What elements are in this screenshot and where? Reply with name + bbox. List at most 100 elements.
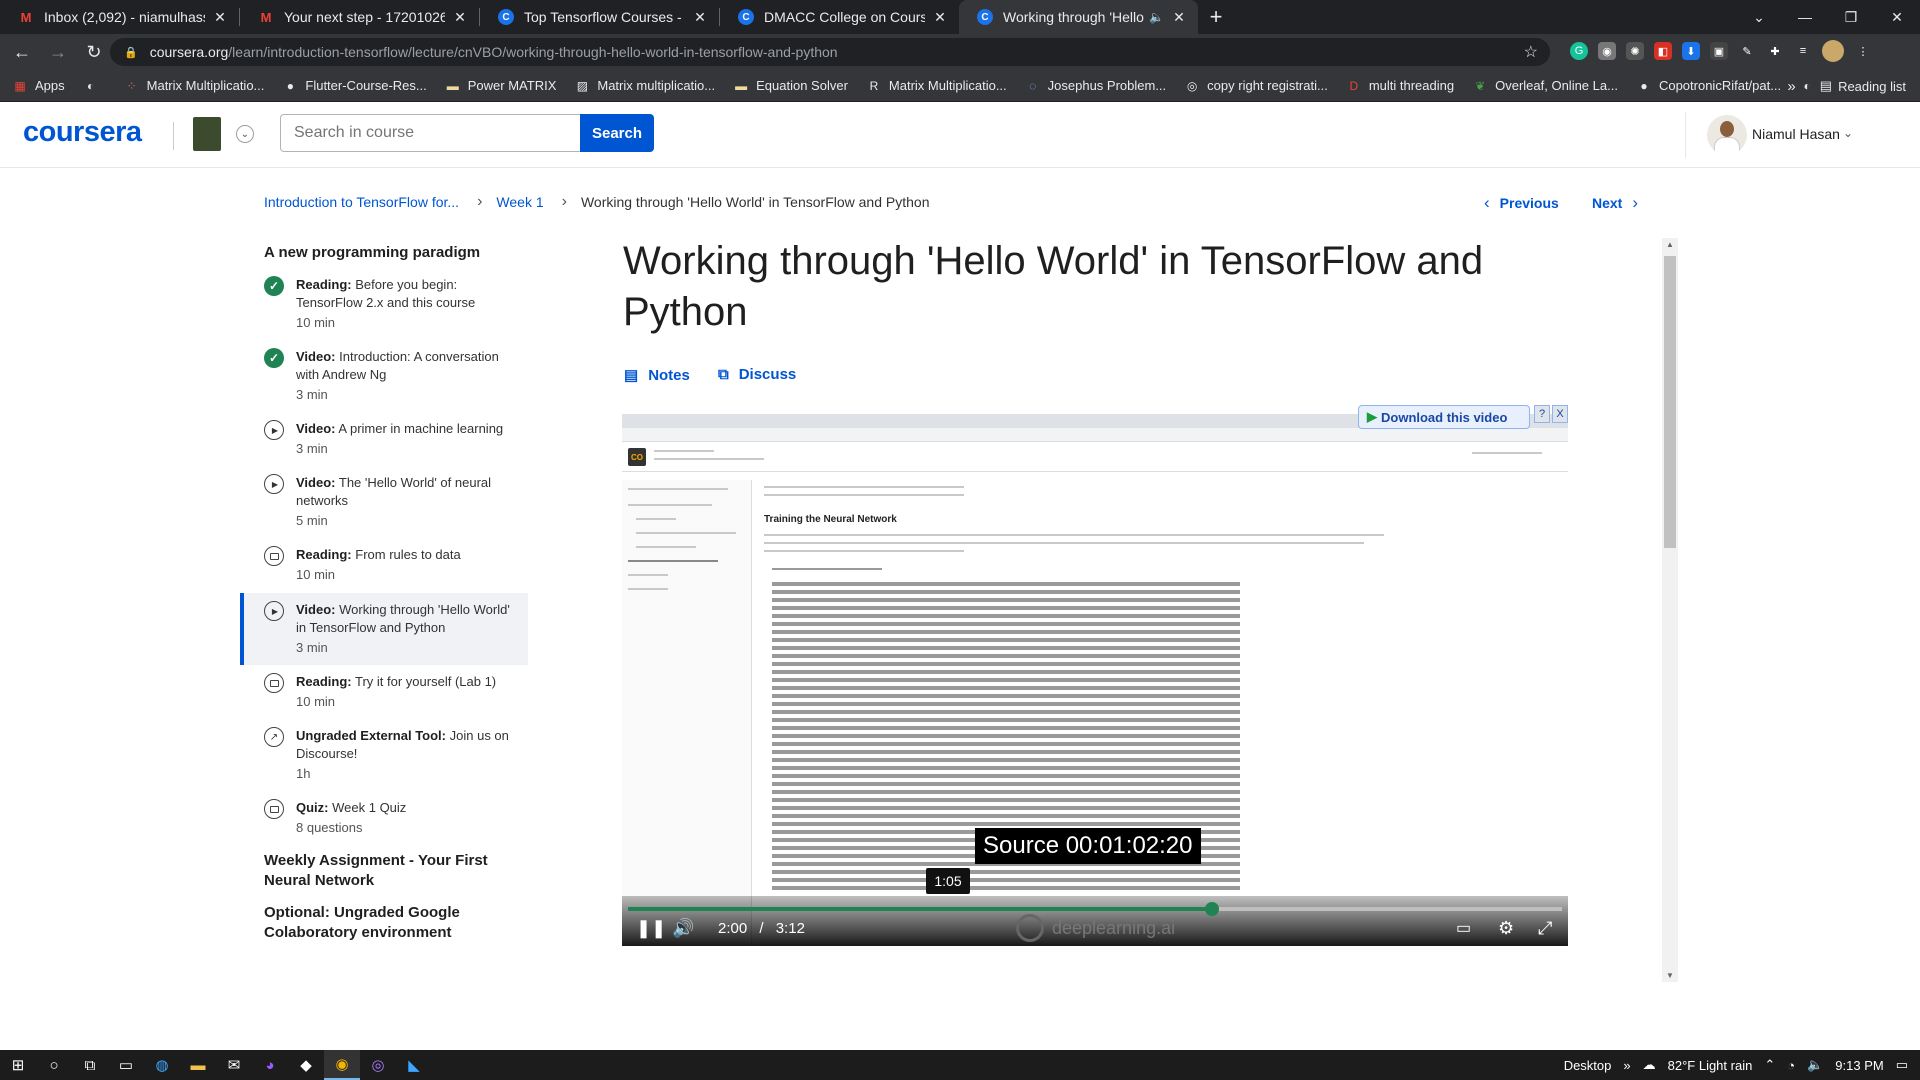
search-input[interactable]	[280, 114, 580, 152]
sidebar-item[interactable]: Reading: From rules to data 10 min	[264, 546, 524, 586]
previous-button[interactable]: ‹ Previous	[1484, 193, 1559, 213]
download-video-button[interactable]: ▶ Download this video	[1358, 405, 1530, 429]
task-view-icon[interactable]: ⧉	[72, 1050, 108, 1080]
captions-icon[interactable]: ▭	[1456, 918, 1471, 938]
vscode-icon[interactable]: ◣	[396, 1050, 432, 1080]
video-player[interactable]: CO Training the Neural Network	[622, 414, 1568, 946]
bookmark[interactable]: ◎ copy right registrati...	[1184, 78, 1328, 94]
edge-icon[interactable]: ◍	[144, 1050, 180, 1080]
network-icon[interactable]: ◔	[1787, 1058, 1795, 1073]
progress-bar[interactable]	[628, 902, 1562, 916]
windows-start-icon[interactable]: ⊞	[0, 1050, 36, 1080]
close-icon[interactable]: ✕	[931, 9, 949, 26]
forward-icon[interactable]: →	[44, 38, 72, 66]
notes-button[interactable]: ▤ Notes	[624, 366, 690, 385]
app-icon[interactable]: ◎	[360, 1050, 396, 1080]
maximize-icon[interactable]: ❐	[1828, 9, 1874, 26]
pen-icon[interactable]: ✎	[1738, 42, 1756, 60]
sidebar-item[interactable]: ✓ Reading: Before you begin: TensorFlow …	[264, 276, 524, 336]
extension-icon[interactable]: ▣	[1710, 42, 1728, 60]
tray-arrow-icon[interactable]: ⌃	[1764, 1057, 1775, 1073]
module-title[interactable]: Optional: Ungraded Google Colaboratory e…	[264, 903, 504, 943]
new-tab-button[interactable]: +	[1198, 0, 1234, 34]
extension-icon[interactable]: ◧	[1654, 42, 1672, 60]
back-icon[interactable]: ←	[8, 38, 36, 66]
sidebar-item[interactable]: Quiz: Week 1 Quiz 8 questions	[264, 799, 524, 839]
bookmark[interactable]: ▬ Power MATRIX	[445, 78, 557, 94]
user-name[interactable]: Niamul Hasan	[1752, 126, 1840, 142]
bookmark[interactable]: ● CopotronicRifat/pat...	[1636, 78, 1781, 94]
chevron-icon[interactable]: »	[1623, 1058, 1630, 1073]
browser-tab[interactable]: C DMACC College on Coursera | Co ✕	[720, 0, 959, 34]
progress-handle[interactable]	[1204, 902, 1219, 916]
search-icon[interactable]: ○	[36, 1050, 72, 1080]
volume-icon[interactable]: 🔊	[672, 918, 694, 939]
bookmark[interactable]: ▨ Matrix multiplicatio...	[574, 78, 715, 94]
chevron-down-icon[interactable]: ⌄	[236, 125, 254, 143]
chrome-icon[interactable]: ◉	[324, 1050, 360, 1080]
sidebar-item[interactable]: Reading: Try it for yourself (Lab 1) 10 m…	[264, 673, 524, 713]
close-icon[interactable]: X	[1552, 405, 1568, 423]
bookmark[interactable]: ◌ Josephus Problem...	[1025, 78, 1166, 94]
module-title[interactable]: Weekly Assignment - Your First Neural Ne…	[264, 851, 504, 891]
minimize-icon[interactable]: —	[1782, 9, 1828, 25]
settings-gear-icon[interactable]: ⚙	[1498, 918, 1514, 939]
scroll-up-icon[interactable]: ▲	[1666, 240, 1674, 249]
media-queue-icon[interactable]: ≡	[1794, 42, 1812, 60]
bookmark[interactable]: ▬ Equation Solver	[733, 78, 848, 94]
bookmark-star-icon[interactable]: ☆	[1524, 42, 1538, 62]
window-close-icon[interactable]: ✕	[1874, 9, 1920, 26]
app-icon[interactable]: ◆	[288, 1050, 324, 1080]
notifications-icon[interactable]: ▭	[1896, 1057, 1908, 1073]
extension-icon[interactable]: ✺	[1626, 42, 1644, 60]
sidebar-item[interactable]: ✓ Video: Introduction: A conversation wi…	[264, 348, 524, 404]
desktop-toolbar[interactable]: Desktop	[1564, 1058, 1612, 1073]
pause-icon[interactable]: ❚❚	[636, 918, 666, 939]
speaker-icon[interactable]: 🔈	[1149, 10, 1164, 24]
tab-search-icon[interactable]: ⌄	[1736, 9, 1782, 26]
profile-avatar[interactable]	[1822, 40, 1844, 62]
more-bookmarks-icon[interactable]: »	[1787, 78, 1795, 95]
breadcrumb-course[interactable]: Introduction to TensorFlow for...	[264, 194, 459, 210]
sidebar-item[interactable]: ↗ Ungraded External Tool: Join us on Dis…	[264, 727, 524, 783]
browser-tab[interactable]: M Inbox (2,092) - niamulhassan64@ ✕	[0, 0, 239, 34]
reload-icon[interactable]: ↻	[80, 38, 108, 66]
sidebar-item[interactable]: ▶ Video: A primer in machine learning 3 m…	[264, 420, 524, 460]
avatar[interactable]	[1707, 115, 1747, 155]
address-bar[interactable]: 🔒 coursera.org /learn/introduction-tenso…	[110, 38, 1550, 66]
close-icon[interactable]: ✕	[1170, 9, 1188, 26]
bookmark[interactable]: ● Flutter-Course-Res...	[282, 78, 427, 94]
close-icon[interactable]: ✕	[211, 9, 229, 26]
download-ext-icon[interactable]: ⬇	[1682, 42, 1700, 60]
sidebar-item[interactable]: ▶ Video: The 'Hello World' of neural net…	[264, 474, 524, 530]
module-title[interactable]: A new programming paradigm	[264, 243, 480, 263]
coursera-logo[interactable]: coursera	[23, 116, 142, 149]
camera-icon[interactable]: ◉	[1598, 42, 1616, 60]
fullscreen-icon[interactable]: ⤢	[1538, 918, 1552, 939]
browser-tab-active[interactable]: C Working through 'Hello Wor 🔈 ✕	[959, 0, 1198, 34]
scrollbar-thumb[interactable]	[1664, 256, 1676, 548]
weather-text[interactable]: 82°F Light rain	[1668, 1058, 1753, 1073]
terminal-icon[interactable]: ▭	[108, 1050, 144, 1080]
bookmark[interactable]: ◐	[83, 78, 106, 94]
messenger-icon[interactable]: ◕	[252, 1050, 288, 1080]
search-button[interactable]: Search	[580, 114, 654, 152]
puzzle-icon[interactable]: ✚	[1766, 42, 1784, 60]
sidebar-item-active[interactable]: ▶ Video: Working through 'Hello World' i…	[240, 593, 528, 665]
chevron-down-icon[interactable]: ⌄	[1843, 126, 1853, 140]
folder-icon[interactable]: ▬	[180, 1050, 216, 1080]
help-icon[interactable]: ?	[1534, 405, 1550, 423]
bookmark[interactable]: Dmulti threading	[1346, 78, 1454, 94]
scroll-down-icon[interactable]: ▼	[1666, 971, 1674, 980]
next-button[interactable]: Next ›	[1592, 193, 1638, 213]
clock[interactable]: 9:13 PM	[1835, 1058, 1883, 1073]
org-logo[interactable]	[193, 117, 221, 151]
bookmark[interactable]: ⁘ Matrix Multiplicatio...	[124, 78, 265, 94]
close-icon[interactable]: ✕	[451, 9, 469, 26]
reading-list[interactable]: Reading list	[1838, 79, 1906, 94]
page-scrollbar[interactable]: ▲ ▼	[1662, 238, 1678, 982]
volume-icon[interactable]: 🔈	[1807, 1057, 1823, 1073]
close-icon[interactable]: ✕	[691, 9, 709, 26]
breadcrumb-week[interactable]: Week 1	[496, 194, 543, 210]
browser-tab[interactable]: M Your next step - 17201026@uap- ✕	[240, 0, 479, 34]
